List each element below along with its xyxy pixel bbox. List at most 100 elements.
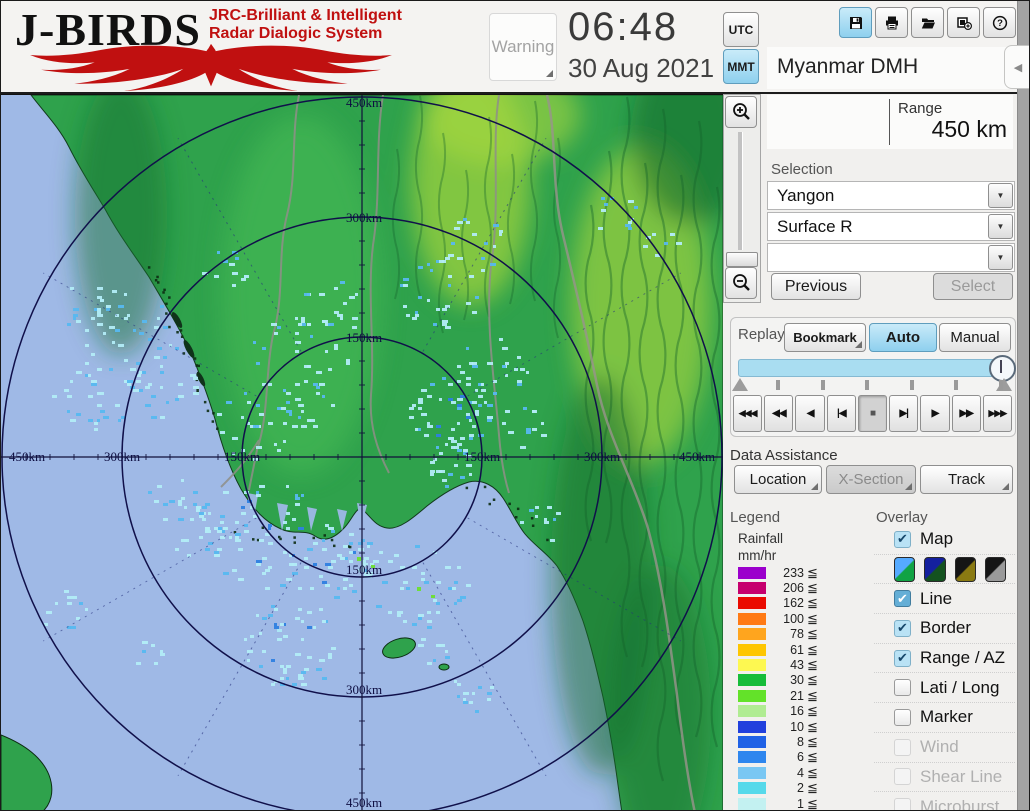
checkbox-range-az[interactable]: ✔ [894, 650, 911, 667]
print-button[interactable] [875, 7, 908, 38]
range-value: 450 km [877, 116, 1007, 143]
svg-text:300km: 300km [346, 210, 382, 225]
legend-row: 4≦ [735, 765, 845, 780]
timezone-utc-button[interactable]: UTC [723, 12, 759, 47]
radar-map[interactable]: 150km150km150km150km300km300km300km300km… [1, 94, 723, 811]
legend-swatch [738, 613, 766, 625]
legend-swatch [738, 751, 766, 763]
checkbox-map[interactable]: ✔ [894, 531, 911, 548]
legend-swatch [738, 628, 766, 640]
zoom-out-button[interactable] [725, 267, 757, 299]
overlay-item-label: Lati / Long [920, 678, 999, 698]
jump-start-button[interactable]: ◀◀◀ [733, 395, 762, 432]
slider-tick [821, 380, 825, 390]
data-assistance-label: Data Assistance [730, 447, 838, 464]
zoom-in-button[interactable] [725, 96, 757, 128]
zoom-slider-track[interactable] [738, 132, 743, 250]
checkbox-border[interactable]: ✔ [894, 620, 911, 637]
overlay-row-lati-long: Lati / Long [874, 673, 1015, 703]
save-button[interactable] [839, 7, 872, 38]
previous-button[interactable]: Previous [771, 273, 861, 300]
slider-start-marker-icon[interactable] [732, 378, 748, 391]
overlay-item-label: Map [920, 529, 953, 549]
legend-row: 206≦ [735, 580, 845, 595]
step-forward-button[interactable]: ▶| [889, 395, 918, 432]
legend-value: 16 [766, 704, 804, 718]
fast-rewind-button[interactable]: ◀◀ [764, 395, 793, 432]
replay-slider-track[interactable] [738, 359, 1010, 377]
checkbox-shear-line [894, 768, 911, 785]
checkbox-line[interactable]: ✔ [894, 590, 911, 607]
add-image-button[interactable] [947, 7, 980, 38]
legend-operator: ≦ [807, 719, 818, 735]
replay-label: Replay [738, 326, 785, 343]
svg-text:150km: 150km [224, 449, 260, 464]
stop-button[interactable]: ■ [858, 395, 887, 432]
selection-dropdown-product[interactable]: Surface R ▼ [767, 212, 1015, 241]
chevron-down-icon[interactable]: ▼ [988, 183, 1013, 208]
selection-dropdown-extra[interactable]: ▼ [767, 243, 1015, 272]
checkbox-lati-long[interactable] [894, 679, 911, 696]
overlay-row-wind: Wind [874, 733, 1015, 763]
open-folder-button[interactable] [911, 7, 944, 38]
map-style-swatch-2[interactable] [924, 557, 945, 582]
legend-value: 21 [766, 689, 804, 703]
selection-dropdown-site[interactable]: Yangon ▼ [767, 181, 1015, 210]
legend-swatch [738, 644, 766, 656]
bookmark-button[interactable]: Bookmark [784, 323, 866, 352]
warning-button[interactable]: Warning [489, 13, 557, 81]
replay-manual-button[interactable]: Manual [939, 323, 1011, 352]
legend-operator: ≦ [807, 595, 818, 611]
legend-value: 100 [766, 612, 804, 626]
location-button[interactable]: Location [734, 465, 822, 494]
step-back-button[interactable]: |◀ [827, 395, 856, 432]
legend-swatch [738, 798, 766, 810]
legend-row: 233≦ [735, 565, 845, 580]
map-style-swatch-1[interactable] [894, 557, 915, 582]
x-section-button[interactable]: X-Section [826, 465, 916, 494]
play-button[interactable]: ▶ [920, 395, 949, 432]
map-style-swatch-4[interactable] [985, 557, 1006, 582]
legend-row: 10≦ [735, 719, 845, 734]
chevron-down-icon[interactable]: ▼ [988, 245, 1013, 270]
map-style-swatch-3[interactable] [955, 557, 976, 582]
legend-value: 4 [766, 766, 804, 780]
overlay-item-label: Marker [920, 707, 973, 727]
legend-value: 162 [766, 596, 804, 610]
legend-operator: ≦ [807, 626, 818, 642]
dropdown-value: Yangon [768, 186, 988, 206]
slider-tick [999, 380, 1003, 390]
jump-end-button[interactable]: ▶▶▶ [983, 395, 1012, 432]
legend-row: 43≦ [735, 657, 845, 672]
overlay-row-line: ✔Line [874, 584, 1015, 614]
legend-operator: ≦ [807, 565, 818, 581]
legend-row: 100≦ [735, 611, 845, 626]
svg-text:300km: 300km [346, 682, 382, 697]
slider-tick [910, 380, 914, 390]
checkbox-marker[interactable] [894, 709, 911, 726]
legend-value: 43 [766, 658, 804, 672]
overlay-item-label: Microburst [920, 797, 999, 811]
fast-forward-button[interactable]: ▶▶ [952, 395, 981, 432]
legend-swatch [738, 597, 766, 609]
legend-swatch [738, 567, 766, 579]
clock-time: 06:48 [568, 5, 678, 50]
play-reverse-button[interactable]: ◀ [795, 395, 824, 432]
track-button[interactable]: Track [920, 465, 1013, 494]
timezone-mmt-button[interactable]: MMT [723, 49, 759, 84]
range-box: Range 450 km [767, 95, 1013, 149]
zoom-slider-handle[interactable] [726, 252, 758, 267]
legend-operator: ≦ [807, 780, 818, 796]
legend-row: 6≦ [735, 750, 845, 765]
chevron-glyph: ▼ [997, 191, 1005, 200]
add-image-icon [956, 15, 972, 31]
chevron-down-icon[interactable]: ▼ [988, 214, 1013, 239]
slider-tick [776, 380, 780, 390]
replay-auto-button[interactable]: Auto [869, 323, 937, 352]
panel-collapse-button[interactable]: ◀ [1004, 45, 1030, 89]
help-button[interactable]: ? [983, 7, 1016, 38]
select-button[interactable]: Select [933, 273, 1013, 300]
station-name-box: Myanmar DMH [767, 47, 1013, 89]
legend-swatch [738, 674, 766, 686]
overlay-item-label: Wind [920, 737, 959, 757]
